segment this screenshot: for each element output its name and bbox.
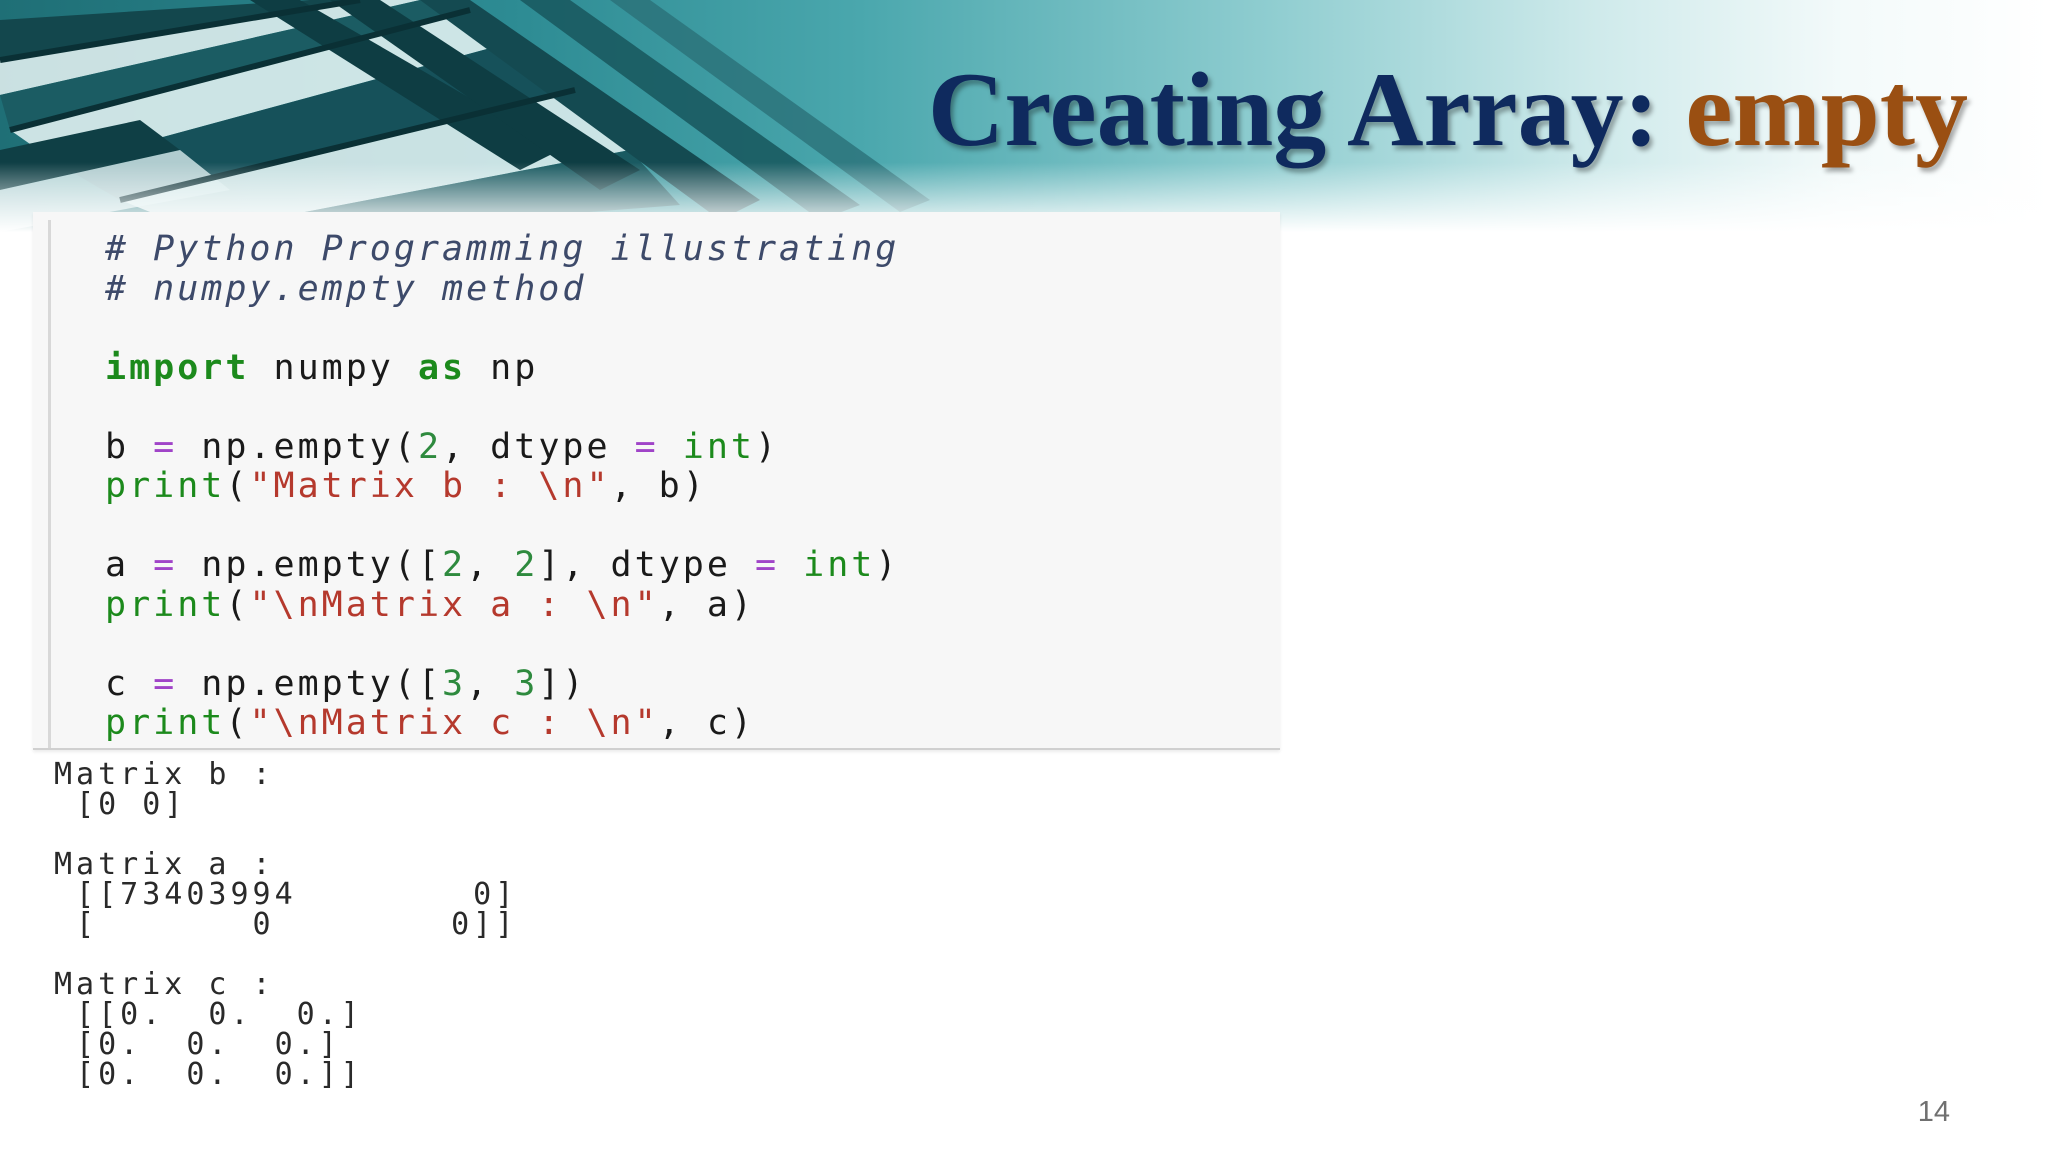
code-token: ]): [538, 663, 587, 704]
code-line: b = np.empty(2, dtype = int): [105, 426, 899, 468]
code-token: np.empty([: [177, 663, 443, 704]
code-token: =: [153, 545, 178, 585]
code-token: 3: [442, 663, 467, 704]
title-accent: empty: [1685, 51, 1968, 168]
code-token: numpy: [249, 347, 418, 388]
output-line: [ 0 0]]: [54, 907, 518, 942]
code-token: # numpy.empty method: [105, 268, 587, 309]
code-token: np.empty([: [177, 545, 443, 585]
code-token: (: [225, 584, 250, 625]
code-token: 2: [442, 545, 467, 585]
output-line: Matrix c :: [54, 967, 275, 1002]
code-token: # Python Programming illustrating: [105, 229, 900, 269]
code-token: =: [153, 426, 178, 467]
code-token: (: [225, 466, 250, 506]
output-block: Matrix b : [0 0] Matrix a : [[73403994 0]…: [54, 760, 517, 1090]
code-line: print("\nMatrix a : \n", a): [105, 584, 899, 626]
code-token: np: [466, 347, 539, 388]
code-token: import: [105, 347, 250, 388]
code-token: print: [105, 584, 226, 625]
code-block: # Python Programming illustrating # numpy…: [105, 229, 900, 744]
code-token: int: [803, 545, 876, 585]
output-line: [0. 0. 0.]: [54, 1027, 341, 1062]
code-line: a = np.empty([2, 2], dtype = int): [105, 545, 900, 586]
page-number: 14: [1917, 1096, 1950, 1128]
output-line: [0. 0. 0.]]: [54, 1057, 363, 1092]
code-line: c = np.empty([3, 3]): [105, 663, 899, 705]
slide-title: Creating Array: empty: [927, 51, 1968, 169]
code-panel: # Python Programming illustrating # numpy…: [33, 212, 1280, 750]
output-line: Matrix a :: [54, 847, 275, 882]
code-line: # Python Programming illustrating: [105, 229, 900, 270]
code-token: =: [153, 663, 178, 704]
code-token: , b): [610, 466, 707, 506]
code-token: "\nMatrix a : \n": [249, 584, 659, 625]
code-token: =: [755, 545, 780, 585]
code-token: , c): [658, 703, 755, 743]
code-token: 2: [514, 545, 539, 585]
code-token: print: [105, 703, 226, 743]
code-token: as: [417, 347, 467, 388]
code-token: ,: [466, 545, 515, 585]
code-line: print("\nMatrix c : \n", c): [105, 703, 899, 744]
output-line: Matrix b :: [54, 757, 275, 792]
code-line: print("Matrix b : \n", b): [105, 466, 899, 507]
code-token: a: [105, 545, 154, 585]
code-line: # numpy.empty method: [105, 268, 899, 310]
code-token: print: [105, 466, 226, 506]
code-token: , dtype: [442, 426, 635, 467]
code-token: ): [754, 426, 780, 467]
code-token: 2: [417, 426, 443, 467]
code-gutter: [48, 220, 51, 748]
code-token: (: [225, 703, 250, 743]
code-token: , a): [658, 584, 755, 625]
code-token: "Matrix b : \n": [249, 466, 611, 506]
output-line: [0 0]: [54, 787, 187, 822]
code-token: "\nMatrix c : \n": [249, 703, 659, 743]
code-token: ): [875, 545, 900, 585]
code-token: b: [105, 426, 154, 467]
output-line: [[73403994 0]: [54, 877, 518, 912]
output-line: [[0. 0. 0.]: [54, 997, 363, 1032]
code-token: c: [105, 663, 154, 704]
code-token: ,: [466, 663, 515, 704]
code-token: =: [634, 426, 659, 467]
code-token: np.empty(: [177, 426, 418, 467]
code-token: int: [682, 426, 755, 467]
code-token: ], dtype: [538, 545, 755, 585]
code-token: 3: [514, 663, 539, 704]
code-line: import numpy as np: [105, 347, 899, 389]
title-main: Creating Array:: [927, 51, 1659, 168]
